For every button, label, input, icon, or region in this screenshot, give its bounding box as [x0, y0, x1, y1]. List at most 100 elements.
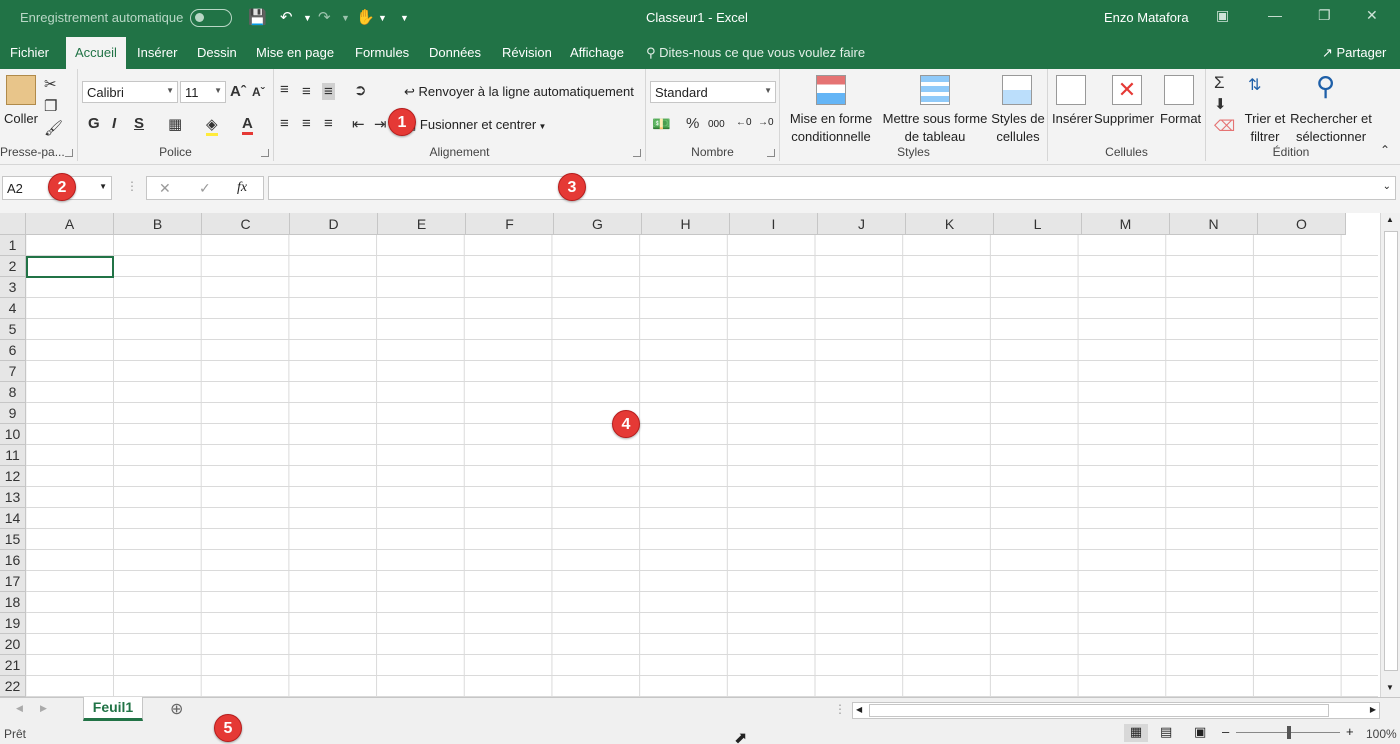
- column-header[interactable]: J: [818, 213, 906, 235]
- column-header[interactable]: K: [906, 213, 994, 235]
- increase-indent-icon[interactable]: ⇥: [374, 115, 387, 133]
- row-header[interactable]: 8: [0, 382, 26, 403]
- touch-mode-icon[interactable]: ✋: [356, 8, 375, 26]
- column-header[interactable]: A: [26, 213, 114, 235]
- insert-cells-button[interactable]: Insérer: [1052, 111, 1092, 126]
- horizontal-scroll-thumb[interactable]: [869, 704, 1329, 717]
- align-top-icon[interactable]: ≡: [280, 81, 289, 98]
- sheet-tab-feuil1[interactable]: Feuil1: [83, 697, 143, 721]
- merge-center-button[interactable]: ◫ Fusionner et centrer ▼: [404, 117, 546, 133]
- align-left-icon[interactable]: ≡: [280, 115, 289, 132]
- align-bottom-icon[interactable]: ≡: [322, 83, 335, 100]
- expand-formula-icon[interactable]: ⌄: [1383, 181, 1391, 192]
- column-header[interactable]: B: [114, 213, 202, 235]
- underline-button[interactable]: S: [134, 115, 144, 132]
- row-header[interactable]: 1: [0, 235, 26, 256]
- decrease-font-icon[interactable]: Aˇ: [252, 85, 265, 99]
- column-header[interactable]: O: [1258, 213, 1346, 235]
- column-header[interactable]: G: [554, 213, 642, 235]
- touch-dropdown-icon[interactable]: ▼: [378, 13, 387, 23]
- zoom-level[interactable]: 100%: [1366, 727, 1397, 741]
- selected-cell[interactable]: [26, 256, 114, 278]
- new-sheet-icon[interactable]: ⊕: [170, 699, 183, 719]
- tab-page-layout[interactable]: Mise en page: [256, 45, 334, 60]
- chevron-down-icon[interactable]: ▼: [99, 182, 107, 191]
- row-header[interactable]: 13: [0, 487, 26, 508]
- bold-button[interactable]: G: [88, 115, 100, 132]
- sort-filter-button[interactable]: Trier et filtrer: [1240, 110, 1290, 146]
- increase-decimal-icon[interactable]: ←0: [736, 117, 752, 128]
- redo-icon[interactable]: ↷: [318, 8, 331, 26]
- paste-button[interactable]: Coller: [4, 111, 38, 126]
- align-middle-icon[interactable]: ≡: [302, 83, 311, 100]
- row-header[interactable]: 7: [0, 361, 26, 382]
- font-name-dropdown[interactable]: Calibri ▼: [82, 81, 178, 103]
- orientation-icon[interactable]: ➲: [354, 81, 367, 99]
- row-header[interactable]: 22: [0, 676, 26, 697]
- autosave-toggle[interactable]: [190, 9, 232, 27]
- enter-icon[interactable]: ✓: [199, 180, 211, 197]
- scroll-up-icon[interactable]: ▲: [1386, 215, 1394, 224]
- restore-icon[interactable]: ❐: [1318, 7, 1331, 24]
- font-color-icon[interactable]: A: [242, 115, 253, 135]
- clear-icon[interactable]: ⌫: [1214, 117, 1235, 135]
- tab-insert[interactable]: Insérer: [137, 45, 177, 60]
- row-header[interactable]: 11: [0, 445, 26, 466]
- clipboard-launcher-icon[interactable]: [65, 149, 73, 157]
- scroll-left-icon[interactable]: ◀: [856, 705, 862, 714]
- close-icon[interactable]: ✕: [1366, 7, 1378, 24]
- column-header[interactable]: M: [1082, 213, 1170, 235]
- tab-home[interactable]: Accueil: [66, 37, 126, 69]
- formula-input[interactable]: ⌄: [268, 176, 1396, 200]
- tab-view[interactable]: Affichage: [570, 45, 624, 60]
- align-right-icon[interactable]: ≡: [324, 115, 333, 132]
- decrease-decimal-icon[interactable]: →0: [758, 117, 774, 128]
- font-launcher-icon[interactable]: [261, 149, 269, 157]
- borders-icon[interactable]: ▦: [168, 115, 182, 133]
- thousands-button[interactable]: 000: [708, 119, 725, 130]
- row-header[interactable]: 21: [0, 655, 26, 676]
- tab-split-handle-icon[interactable]: ⋮: [834, 702, 846, 716]
- vertical-scroll-thumb[interactable]: [1384, 231, 1398, 671]
- collapse-ribbon-icon[interactable]: ⌃: [1380, 143, 1390, 157]
- row-header[interactable]: 10: [0, 424, 26, 445]
- conditional-formatting-button[interactable]: Mise en forme conditionnelle: [786, 110, 876, 146]
- ribbon-display-icon[interactable]: ▣: [1216, 7, 1229, 24]
- column-header[interactable]: N: [1170, 213, 1258, 235]
- cell-area[interactable]: [26, 235, 1378, 697]
- row-header[interactable]: 9: [0, 403, 26, 424]
- undo-icon[interactable]: ↶: [280, 8, 293, 26]
- font-size-dropdown[interactable]: 11 ▼: [180, 81, 226, 103]
- undo-dropdown-icon[interactable]: ▼: [303, 13, 312, 23]
- row-header[interactable]: 2: [0, 256, 26, 277]
- insert-function-button[interactable]: fx: [237, 180, 247, 196]
- format-cells-button[interactable]: Format: [1160, 111, 1201, 126]
- row-header[interactable]: 3: [0, 277, 26, 298]
- zoom-in-icon[interactable]: +: [1346, 724, 1354, 739]
- tab-formulas[interactable]: Formules: [355, 45, 409, 60]
- row-header[interactable]: 5: [0, 319, 26, 340]
- column-header[interactable]: C: [202, 213, 290, 235]
- prev-sheet-icon[interactable]: ◀: [16, 703, 23, 714]
- scroll-down-icon[interactable]: ▼: [1386, 683, 1394, 692]
- column-header[interactable]: I: [730, 213, 818, 235]
- number-launcher-icon[interactable]: [767, 149, 775, 157]
- decrease-indent-icon[interactable]: ⇤: [352, 115, 365, 133]
- user-name[interactable]: Enzo Matafora: [1104, 10, 1189, 25]
- cell-styles-button[interactable]: Styles de cellules: [990, 110, 1046, 146]
- next-sheet-icon[interactable]: ▶: [40, 703, 47, 714]
- cancel-icon[interactable]: ✕: [159, 180, 171, 197]
- alignment-launcher-icon[interactable]: [633, 149, 641, 157]
- autosum-icon[interactable]: Σ: [1214, 73, 1225, 93]
- row-header[interactable]: 19: [0, 613, 26, 634]
- row-header[interactable]: 6: [0, 340, 26, 361]
- row-header[interactable]: 12: [0, 466, 26, 487]
- row-header[interactable]: 20: [0, 634, 26, 655]
- redo-dropdown-icon[interactable]: ▼: [341, 13, 350, 23]
- vertical-scrollbar[interactable]: ▲ ▼: [1380, 213, 1400, 697]
- zoom-out-icon[interactable]: –: [1222, 724, 1229, 739]
- share-button[interactable]: ↗ Partager: [1322, 45, 1386, 61]
- fill-color-icon[interactable]: ◈: [206, 115, 218, 136]
- find-select-button[interactable]: Rechercher et sélectionner: [1288, 110, 1374, 146]
- row-header[interactable]: 15: [0, 529, 26, 550]
